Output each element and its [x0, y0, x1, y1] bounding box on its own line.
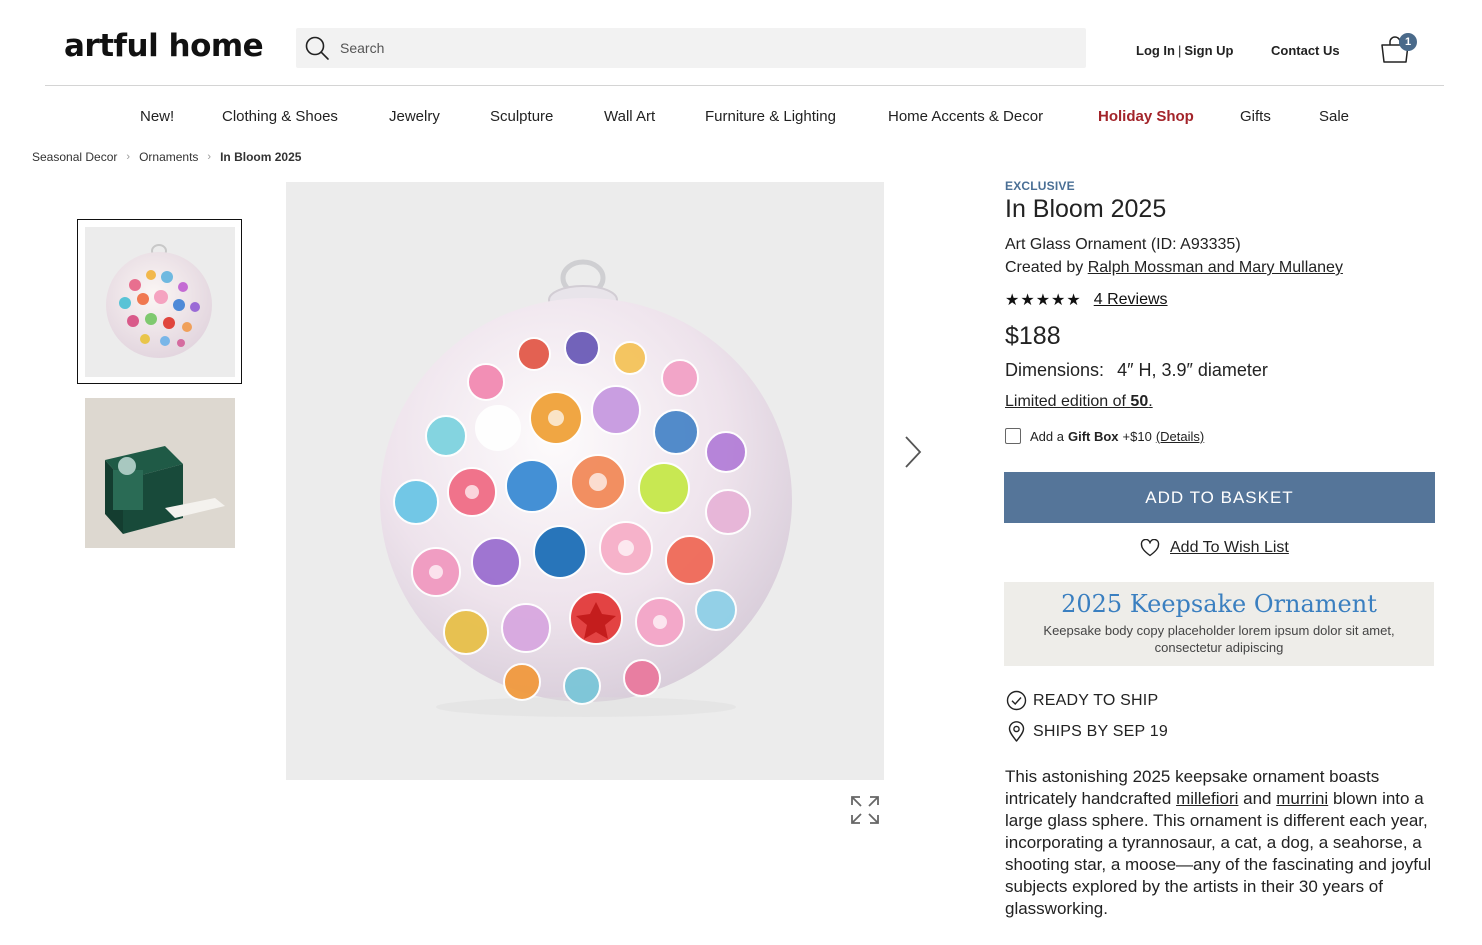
- dimensions-label: Dimensions:: [1005, 360, 1105, 380]
- breadcrumb-current: In Bloom 2025: [220, 150, 302, 164]
- gift-box-checkbox[interactable]: [1005, 428, 1021, 444]
- dimensions-value: 4″ H, 3.9″ diameter: [1117, 360, 1268, 380]
- keepsake-body: Keepsake body copy placeholder lorem ips…: [1043, 623, 1395, 655]
- chevron-right-icon[interactable]: [902, 434, 924, 470]
- header-divider: [45, 85, 1444, 86]
- exclusive-badge: EXCLUSIVE: [1005, 179, 1075, 193]
- ships-by-date: SHIPS BY SEP 19: [1006, 721, 1168, 742]
- add-to-basket-button[interactable]: ADD TO BASKET: [1004, 472, 1435, 523]
- chevron-right-icon: ›: [126, 151, 131, 163]
- login-link[interactable]: Log In: [1136, 43, 1175, 58]
- chevron-right-icon: ›: [207, 151, 212, 163]
- description-and: and: [1243, 789, 1272, 808]
- gift-box-price: +$10: [1122, 428, 1152, 444]
- expand-icon[interactable]: [849, 794, 881, 826]
- breadcrumb-seasonal-decor[interactable]: Seasonal Decor: [32, 150, 117, 164]
- login-signup: Log In | Sign Up: [1136, 43, 1234, 58]
- product-rating: ★★★★★ 4 Reviews: [1005, 290, 1168, 310]
- product-subtitle: Art Glass Ornament (ID: A93335): [1005, 236, 1241, 253]
- nav-wall-art[interactable]: Wall Art: [604, 108, 655, 125]
- contact-us-link[interactable]: Contact Us: [1271, 43, 1340, 58]
- nav-clothing-shoes[interactable]: Clothing & Shoes: [222, 108, 338, 125]
- product-title: In Bloom 2025: [1005, 195, 1167, 223]
- ready-to-ship-label: READY TO SHIP: [1033, 691, 1159, 709]
- signup-link[interactable]: Sign Up: [1184, 43, 1233, 58]
- edition-number: 50: [1130, 393, 1149, 410]
- reviews-link[interactable]: 4 Reviews: [1094, 291, 1168, 309]
- main-nav: New! Clothing & Shoes Jewelry Sculpture …: [0, 108, 1482, 128]
- cart-count-badge: 1: [1399, 33, 1417, 51]
- edition-suffix: .: [1148, 393, 1153, 410]
- nav-jewelry[interactable]: Jewelry: [389, 108, 440, 125]
- murrini-link[interactable]: murrini: [1276, 789, 1328, 808]
- location-pin-icon: [1008, 721, 1025, 742]
- edition-prefix: Limited edition of: [1005, 393, 1126, 410]
- search-input[interactable]: [340, 40, 1040, 56]
- add-to-wish-list-button[interactable]: Add To Wish List: [1140, 539, 1289, 557]
- gift-box-prefix: Add a: [1030, 428, 1064, 444]
- gift-box-option: Add a Gift Box +$10 (Details): [1005, 428, 1204, 444]
- nav-new[interactable]: New!: [140, 108, 174, 125]
- product-description: This astonishing 2025 keepsake ornament …: [1005, 766, 1445, 920]
- product-dimensions: Dimensions: 4″ H, 3.9″ diameter: [1005, 360, 1268, 381]
- limited-edition-link[interactable]: Limited edition of 50.: [1005, 393, 1153, 411]
- keepsake-title: 2025 Keepsake Ornament: [1061, 590, 1377, 618]
- nav-gifts[interactable]: Gifts: [1240, 108, 1271, 125]
- search-bar[interactable]: [296, 28, 1086, 68]
- nav-home-accents-decor[interactable]: Home Accents & Decor: [888, 108, 1043, 125]
- check-circle-icon: [1006, 690, 1027, 711]
- keepsake-banner: 2025 Keepsake Ornament Keepsake body cop…: [1004, 582, 1434, 666]
- search-icon[interactable]: [304, 35, 330, 61]
- nav-sculpture[interactable]: Sculpture: [490, 108, 553, 125]
- site-logo[interactable]: artful home: [64, 28, 264, 64]
- created-by-label: Created by: [1005, 259, 1084, 276]
- thumbnail-gift-box[interactable]: [85, 398, 235, 548]
- star-rating-icon: ★★★★★: [1005, 292, 1082, 309]
- ships-by-label: SHIPS BY SEP 19: [1033, 722, 1168, 740]
- thumbnail-ornament[interactable]: [85, 227, 235, 377]
- nav-holiday-shop[interactable]: Holiday Shop: [1098, 108, 1194, 125]
- gift-box-details-link[interactable]: (Details): [1156, 429, 1204, 444]
- breadcrumb: Seasonal Decor › Ornaments › In Bloom 20…: [32, 150, 301, 164]
- millefiori-link[interactable]: millefiori: [1176, 789, 1238, 808]
- main-product-image[interactable]: [286, 182, 884, 780]
- nav-furniture-lighting[interactable]: Furniture & Lighting: [705, 108, 836, 125]
- artist-link[interactable]: Ralph Mossman and Mary Mullaney: [1088, 259, 1343, 276]
- nav-sale[interactable]: Sale: [1319, 108, 1349, 125]
- login-separator: |: [1178, 43, 1182, 58]
- description-part2: blown into a large glass sphere. This or…: [1005, 789, 1432, 918]
- ready-to-ship: READY TO SHIP: [1006, 690, 1158, 711]
- wish-list-label: Add To Wish List: [1170, 539, 1289, 556]
- product-creator: Created by Ralph Mossman and Mary Mullan…: [1005, 259, 1343, 277]
- gift-box-label: Gift Box: [1067, 428, 1119, 444]
- product-price: $188: [1005, 322, 1061, 350]
- breadcrumb-ornaments[interactable]: Ornaments: [139, 150, 198, 164]
- heart-icon: [1140, 539, 1160, 557]
